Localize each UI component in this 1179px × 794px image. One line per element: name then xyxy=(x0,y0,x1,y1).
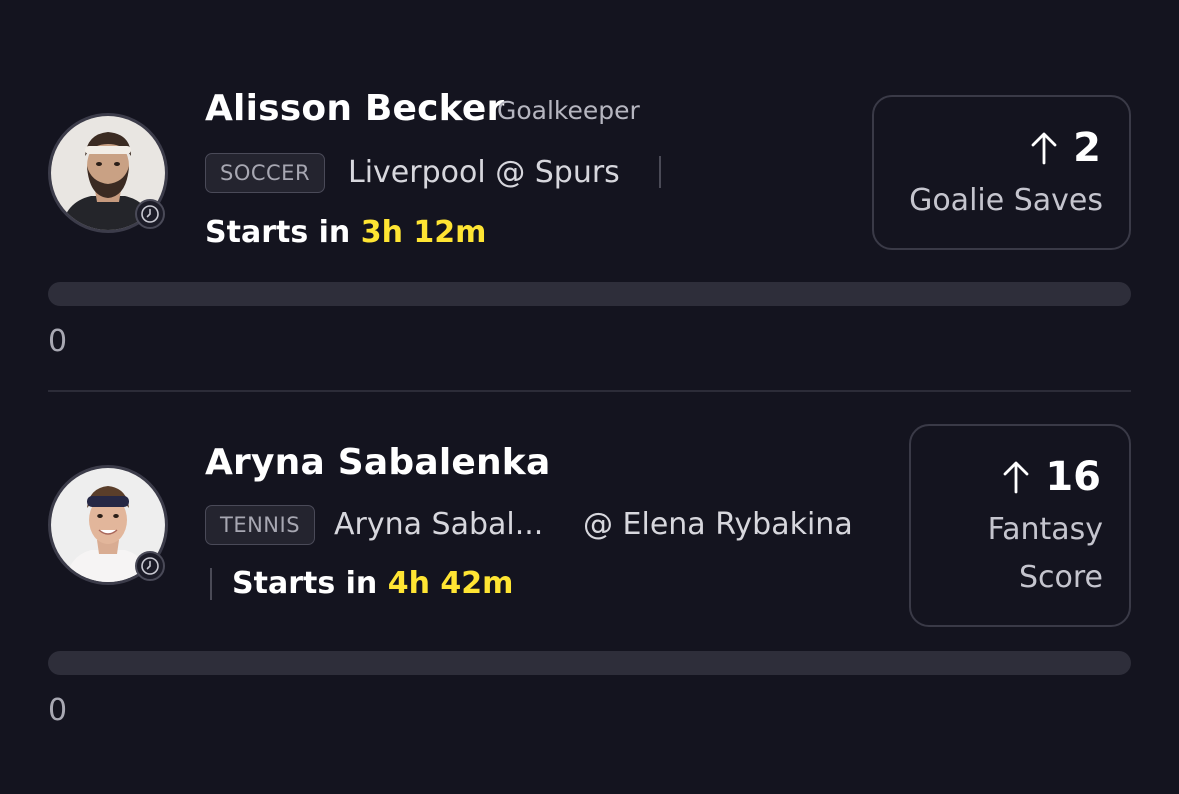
player-name: Alisson Becker xyxy=(205,88,505,129)
separator xyxy=(659,156,661,188)
countdown-time: 3h 12m xyxy=(360,215,487,250)
clock-icon xyxy=(135,551,165,581)
countdown-time: 4h 42m xyxy=(387,566,514,601)
matchup-home: Aryna Sabal... xyxy=(334,507,544,542)
stat-line: 2 xyxy=(1029,125,1101,171)
stat-label-line1: Fantasy xyxy=(987,512,1103,547)
sport-tag: TENNIS xyxy=(205,505,316,545)
matchup: Liverpool @ Spurs xyxy=(348,155,620,190)
progress-bar xyxy=(48,282,1131,306)
start-countdown: Starts in 3h 12m xyxy=(205,215,486,250)
pick-card-alisson-becker[interactable]: Alisson Becker Goalkeeper SOCCER Liverpo… xyxy=(0,0,1179,392)
pick-card-aryna-sabalenka[interactable]: Aryna Sabalenka TENNIS Aryna Sabal... @ … xyxy=(0,392,1179,794)
progress-bar xyxy=(48,651,1131,675)
separator xyxy=(210,568,212,600)
stat-label: Goalie Saves xyxy=(909,183,1103,218)
sport-tag: SOCCER xyxy=(205,153,326,193)
starts-prefix: Starts in xyxy=(205,215,361,250)
progress-value: 0 xyxy=(48,693,68,728)
stat-projection-box[interactable]: 2 Goalie Saves xyxy=(872,95,1131,250)
arrow-up-icon xyxy=(1031,132,1057,165)
arrow-up-icon xyxy=(1003,461,1029,494)
stat-projection-box[interactable]: 16 Fantasy Score xyxy=(909,424,1131,627)
stat-line: 16 xyxy=(1001,454,1101,500)
clock-icon xyxy=(135,199,165,229)
stat-value: 16 xyxy=(1045,454,1101,500)
starts-prefix: Starts in xyxy=(232,566,388,601)
stat-label-line2: Score xyxy=(1018,560,1103,595)
player-position: Goalkeeper xyxy=(497,96,640,125)
stat-value: 2 xyxy=(1073,125,1101,171)
matchup-away: @ Elena Rybakina xyxy=(583,507,853,542)
player-name: Aryna Sabalenka xyxy=(205,442,551,483)
start-countdown: Starts in 4h 42m xyxy=(232,566,513,601)
progress-value: 0 xyxy=(48,324,68,359)
stat-label: Fantasy Score xyxy=(988,506,1103,602)
